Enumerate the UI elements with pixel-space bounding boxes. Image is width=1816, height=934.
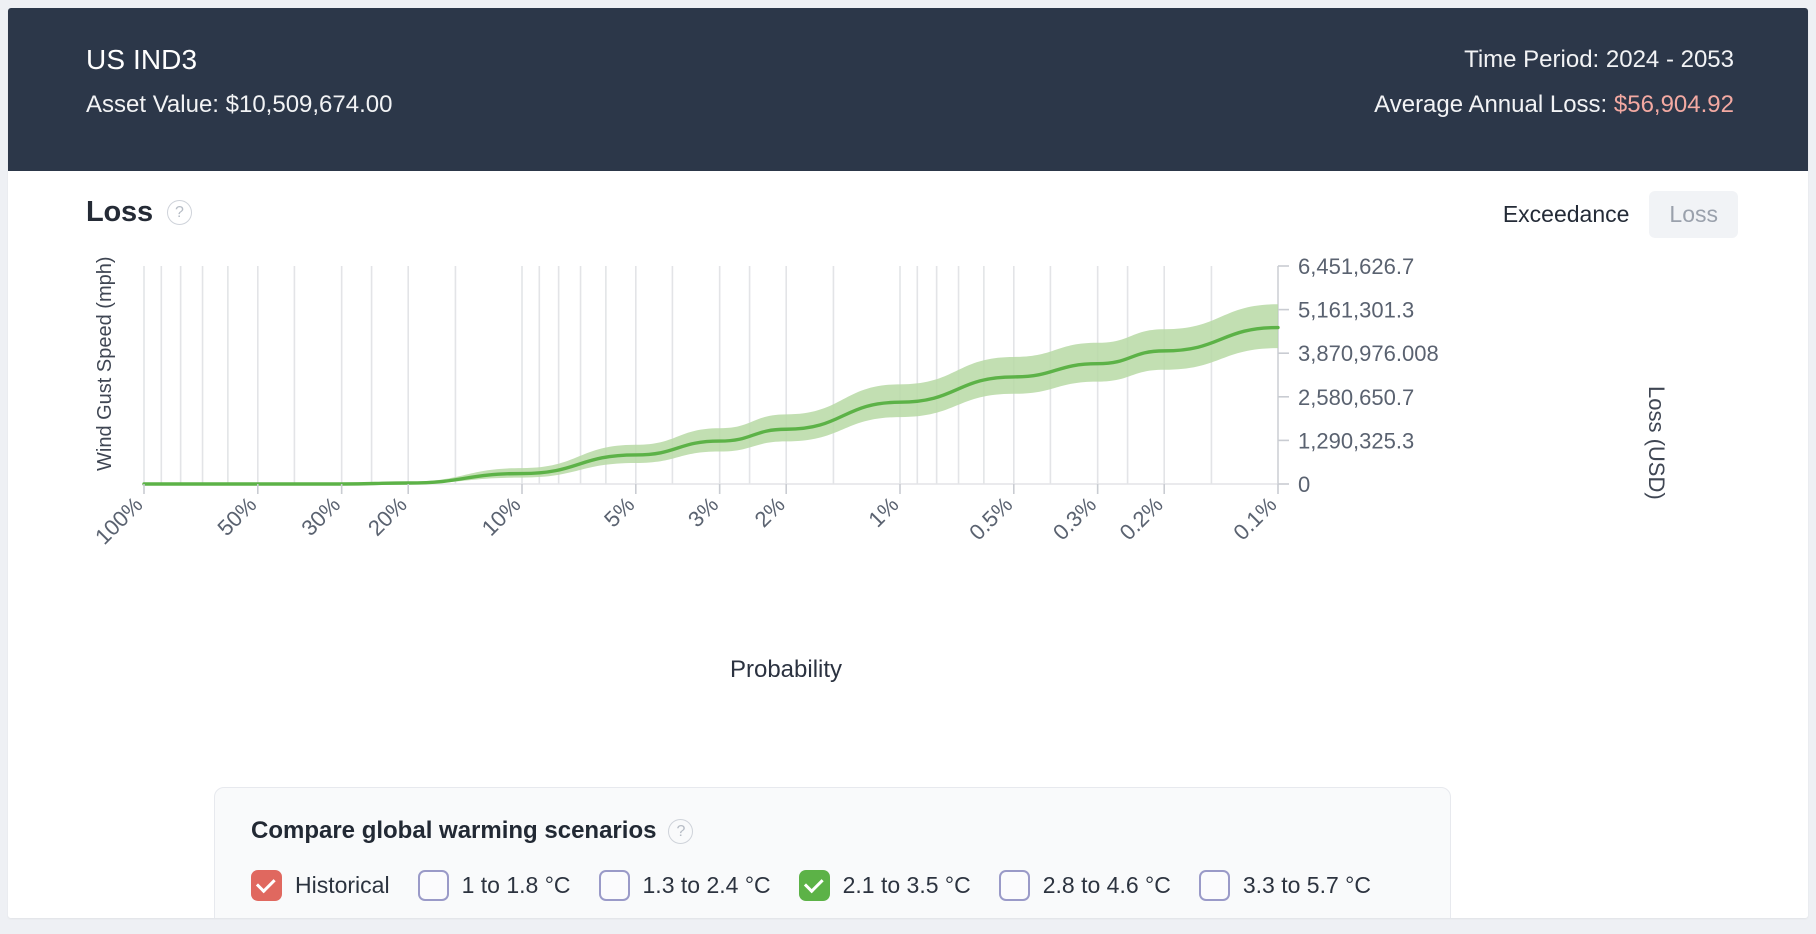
app-root: US IND3 Asset Value: $10,509,674.00 Time… bbox=[0, 0, 1816, 934]
panel-title-row: Loss ? bbox=[86, 196, 192, 229]
scenario-label: 1 to 1.8 °C bbox=[461, 872, 571, 898]
chart-mode-toggle: Exceedance Loss bbox=[1483, 191, 1738, 238]
scenario-checkbox-item[interactable]: 1.3 to 2.4 °C bbox=[598, 870, 771, 901]
x-axis-title: Probability bbox=[729, 656, 843, 683]
svg-text:2%: 2% bbox=[750, 492, 790, 532]
asset-value: Asset Value: $10,509,674.00 bbox=[86, 91, 393, 118]
checkbox-unchecked-icon[interactable] bbox=[417, 870, 449, 901]
average-annual-loss-label: Average Annual Loss: bbox=[1374, 91, 1614, 118]
svg-text:0.2%: 0.2% bbox=[1115, 492, 1168, 545]
report-card: US IND3 Asset Value: $10,509,674.00 Time… bbox=[8, 8, 1808, 918]
svg-text:0.1%: 0.1% bbox=[1228, 492, 1281, 545]
checkbox-checked-icon[interactable] bbox=[798, 870, 830, 901]
legend-title: Compare global warming scenarios bbox=[251, 817, 657, 844]
svg-text:100%: 100% bbox=[90, 492, 147, 549]
check-icon bbox=[255, 873, 276, 894]
svg-text:3,870,976.008: 3,870,976.008 bbox=[1298, 341, 1439, 366]
svg-text:1,290,325.3: 1,290,325.3 bbox=[1298, 428, 1414, 453]
asset-header: US IND3 Asset Value: $10,509,674.00 Time… bbox=[8, 8, 1808, 171]
header-right-group: Time Period: 2024 - 2053 Average Annual … bbox=[1374, 40, 1734, 124]
scenario-label: Historical bbox=[295, 872, 390, 898]
average-annual-loss: Average Annual Loss: $56,904.92 bbox=[1374, 86, 1734, 124]
checkbox-unchecked-icon[interactable] bbox=[598, 870, 630, 901]
check-icon bbox=[803, 873, 824, 894]
question-mark-circle-icon[interactable]: ? bbox=[166, 200, 192, 225]
scenario-label: 3.3 to 5.7 °C bbox=[1242, 872, 1371, 898]
loss-chart-panel: Loss ? Exceedance Loss Wind Gust Speed (… bbox=[8, 171, 1808, 918]
checkbox-checked-icon[interactable] bbox=[251, 870, 282, 901]
header-left-group: US IND3 Asset Value: $10,509,674.00 bbox=[86, 40, 392, 124]
average-annual-loss-value: $56,904.92 bbox=[1613, 91, 1734, 118]
svg-text:6,451,626.7: 6,451,626.7 bbox=[1298, 256, 1414, 279]
chart-plot-area: Wind Gust Speed (mph) Loss (USD) 6,451,6… bbox=[86, 256, 1736, 756]
question-mark-circle-icon[interactable]: ? bbox=[668, 818, 694, 844]
scenario-label: 2.1 to 3.5 °C bbox=[842, 872, 971, 898]
svg-text:2,580,650.7: 2,580,650.7 bbox=[1298, 385, 1414, 410]
svg-text:50%: 50% bbox=[213, 492, 262, 541]
scenario-label: 2.8 to 4.6 °C bbox=[1042, 872, 1171, 898]
scenario-checkbox-item[interactable]: Historical bbox=[251, 870, 390, 901]
scenario-legend-card: Compare global warming scenarios ? Histo… bbox=[214, 787, 1451, 918]
page-title: Loss bbox=[86, 196, 153, 228]
scenario-label: 1.3 to 2.4 °C bbox=[642, 872, 771, 898]
svg-text:3%: 3% bbox=[683, 492, 723, 532]
checkbox-unchecked-icon[interactable] bbox=[998, 870, 1030, 901]
scenario-checkbox-item[interactable]: 2.1 to 3.5 °C bbox=[798, 870, 971, 901]
svg-text:0: 0 bbox=[1298, 472, 1310, 497]
legend-title-row: Compare global warming scenarios ? bbox=[251, 817, 694, 845]
svg-text:20%: 20% bbox=[363, 492, 412, 541]
checkbox-unchecked-icon[interactable] bbox=[1198, 870, 1230, 901]
exceedance-curve-chart: 6,451,626.7 5,161,301.3 3,870,976.008 2,580… bbox=[90, 256, 1439, 549]
svg-text:5,161,301.3: 5,161,301.3 bbox=[1298, 298, 1414, 323]
svg-text:0.3%: 0.3% bbox=[1048, 492, 1101, 545]
time-period: Time Period: 2024 - 2053 bbox=[1464, 46, 1734, 73]
scenario-checkbox-item[interactable]: 1 to 1.8 °C bbox=[417, 870, 571, 901]
scenario-checkbox-item[interactable]: 3.3 to 5.7 °C bbox=[1198, 870, 1371, 901]
svg-text:5%: 5% bbox=[599, 492, 639, 532]
tab-loss[interactable]: Loss bbox=[1649, 191, 1738, 238]
scenario-checkbox-list: Historical 1 to 1.8 °C 1.3 to 2.4 °C 2.1 to… bbox=[251, 870, 1371, 901]
tab-exceedance[interactable]: Exceedance bbox=[1483, 191, 1650, 238]
svg-text:0.5%: 0.5% bbox=[964, 492, 1017, 545]
scenario-checkbox-item[interactable]: 2.8 to 4.6 °C bbox=[998, 870, 1171, 901]
svg-text:10%: 10% bbox=[477, 492, 526, 541]
asset-name: US IND3 bbox=[86, 44, 198, 75]
svg-text:30%: 30% bbox=[296, 492, 345, 541]
svg-text:1%: 1% bbox=[863, 492, 903, 532]
